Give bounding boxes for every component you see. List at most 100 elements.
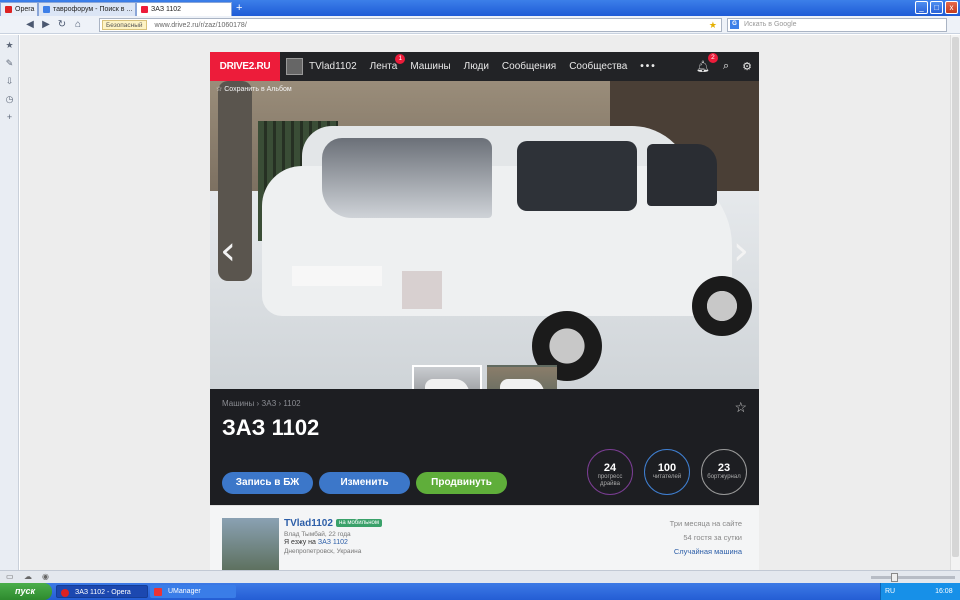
google-icon: G	[730, 20, 739, 29]
nav-feed[interactable]: Лента 1	[369, 54, 406, 72]
tab-label: ЗАЗ 1102	[151, 6, 182, 13]
forward-icon[interactable]: ▶	[38, 19, 54, 30]
close-button[interactable]: x	[945, 1, 958, 14]
minimize-button[interactable]: _	[915, 1, 928, 14]
nav-communities[interactable]: Сообщества	[569, 61, 627, 72]
site-header: DRIVE2.RU TVlad1102 Лента 1 Машины Люди …	[210, 52, 759, 81]
search-icon[interactable]: ⌕	[723, 60, 729, 73]
add-panel-icon[interactable]: +	[0, 112, 19, 125]
url-text: www.drive2.ru/r/zaz/1060178/	[154, 21, 247, 29]
owner-membership: Три месяца на сайте	[669, 519, 742, 528]
stat-value: 100	[657, 462, 677, 474]
address-toolbar: ◀ ▶ ↻ ⌂ Безопасный www.drive2.ru/r/zaz/1…	[0, 16, 960, 34]
language-indicator[interactable]: RU	[885, 588, 895, 595]
stat-readers[interactable]: 100 читателей	[644, 449, 690, 495]
user-avatar[interactable]	[286, 58, 303, 75]
zoom-knob[interactable]	[891, 573, 898, 582]
drive2-page: DRIVE2.RU TVlad1102 Лента 1 Машины Люди …	[210, 52, 759, 570]
stat-label: бортжурнал	[707, 474, 741, 480]
opera-icon	[61, 589, 69, 597]
history-icon[interactable]: ◷	[0, 94, 19, 107]
search-placeholder: Искать в Google	[744, 21, 797, 28]
secure-badge[interactable]: Безопасный	[102, 20, 147, 30]
journal-entry-button[interactable]: Запись в БЖ	[222, 472, 313, 494]
car-photo: ☆ Сохранить в Альбом ‹ ›	[210, 81, 759, 389]
save-album-label: Сохранить в Альбом	[224, 86, 292, 93]
car-taillight	[402, 271, 442, 309]
home-icon[interactable]: ⌂	[70, 19, 86, 30]
tab-bar: Opera таврофорум - Поиск в ... ЗАЗ 1102 …	[0, 0, 960, 16]
panel-toggle-icon[interactable]: ▭	[6, 572, 14, 581]
nav-cars[interactable]: Машины	[410, 61, 450, 72]
reload-icon[interactable]: ↻	[54, 19, 70, 30]
address-field[interactable]: Безопасный www.drive2.ru/r/zaz/1060178/ …	[99, 18, 722, 32]
favorite-star-icon[interactable]: ☆	[734, 399, 747, 416]
page-title: ЗАЗ 1102	[222, 415, 320, 440]
search-input[interactable]: G Искать в Google	[727, 18, 947, 32]
owner-car-line: Я езжу на ЗАЗ 1102	[284, 539, 348, 546]
thumbnail-car	[425, 379, 469, 389]
taskbar-label: ЗАЗ 1102 - Opera	[75, 589, 131, 596]
stat-drive-progress[interactable]: 24 прогресс драйва	[587, 449, 633, 495]
bell-icon[interactable]: 🔔︎ 2	[696, 53, 718, 73]
edit-button[interactable]: Изменить	[319, 472, 410, 494]
next-photo-icon[interactable]: ›	[733, 231, 749, 271]
prev-photo-icon[interactable]: ‹	[220, 231, 236, 271]
cloud-icon[interactable]: ☁	[24, 572, 32, 581]
car-info-panel: Машины › ЗАЗ › 1102 ЗАЗ 1102 ☆ Запись в …	[210, 389, 759, 505]
tab-search[interactable]: таврофорум - Поиск в ...	[38, 2, 136, 16]
bell-badge: 2	[707, 53, 718, 63]
stat-label: читателей	[652, 474, 682, 480]
opera-icon	[5, 6, 12, 13]
bookmark-star-icon[interactable]: ★	[709, 19, 717, 31]
taskbar-opera[interactable]: ЗАЗ 1102 - Opera	[56, 585, 148, 598]
gear-icon[interactable]: ⚙	[742, 60, 752, 73]
vertical-scrollbar[interactable]	[950, 35, 960, 570]
nav-people[interactable]: Люди	[464, 61, 489, 72]
opera-menu-button[interactable]: Opera	[0, 2, 38, 16]
nav-user-link[interactable]: TVlad1102	[309, 61, 357, 72]
umanager-icon	[154, 588, 162, 596]
sidebar-panel: ★ ✎ ⇩ ◷ +	[0, 35, 19, 570]
car-side-window	[517, 141, 637, 211]
thumbnail[interactable]	[487, 365, 557, 389]
tab-active[interactable]: ЗАЗ 1102	[136, 2, 232, 16]
random-car-link[interactable]: Случайная машина	[674, 547, 742, 556]
mobile-badge: на мобильном	[336, 519, 382, 527]
drives-prefix: Я езжу на	[284, 539, 316, 546]
thumbnail-active[interactable]	[412, 365, 482, 389]
owner-card: TVlad1102 на мобильном Влад Тымбай, 22 г…	[210, 505, 759, 570]
tab-label: таврофорум - Поиск в ...	[53, 6, 133, 13]
stat-label: прогресс драйва	[597, 474, 623, 487]
new-tab-button[interactable]: +	[236, 1, 242, 15]
opera-label: Opera	[15, 6, 35, 13]
zoom-slider[interactable]	[871, 573, 955, 582]
nav-more[interactable]: •••	[640, 61, 657, 72]
breadcrumb[interactable]: Машины › ЗАЗ › 1102	[222, 399, 301, 408]
nav-feed-label: Лента	[369, 61, 398, 72]
owner-car-link[interactable]: ЗАЗ 1102	[318, 539, 348, 546]
feed-badge: 1	[395, 54, 406, 64]
notes-icon[interactable]: ✎	[0, 58, 19, 71]
scroll-thumb[interactable]	[952, 37, 959, 557]
owner-location: Днепропетровск, Украина	[284, 548, 362, 555]
save-to-album-link[interactable]: ☆ Сохранить в Альбом	[216, 85, 292, 93]
back-icon[interactable]: ◀	[22, 19, 38, 30]
unite-icon[interactable]: ◉	[42, 572, 49, 581]
stat-logbook[interactable]: 23 бортжурнал	[701, 449, 747, 495]
owner-guests: 54 гостя за сутки	[683, 533, 742, 542]
taskbar: пуск ЗАЗ 1102 - Opera UManager RU 16:08	[0, 583, 960, 600]
start-button[interactable]: пуск	[0, 583, 52, 600]
owner-avatar[interactable]	[222, 518, 279, 570]
site-logo[interactable]: DRIVE2.RU	[210, 52, 280, 81]
maximize-button[interactable]: □	[930, 1, 943, 14]
owner-name-link[interactable]: TVlad1102	[284, 518, 333, 529]
taskbar-umanager[interactable]: UManager	[150, 585, 236, 598]
photo-thumbnails	[412, 365, 557, 389]
car-plate	[292, 266, 382, 286]
nav-messages[interactable]: Сообщения	[502, 61, 556, 72]
taskbar-label: UManager	[168, 588, 201, 595]
promote-button[interactable]: Продвинуть	[416, 472, 507, 494]
downloads-icon[interactable]: ⇩	[0, 76, 19, 89]
bookmarks-icon[interactable]: ★	[0, 40, 19, 53]
